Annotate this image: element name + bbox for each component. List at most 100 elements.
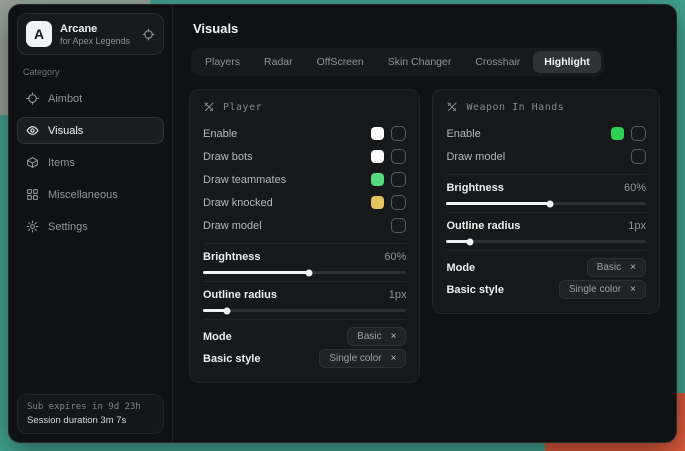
slider-section-brightness: Brightness60% [446,174,646,205]
chip-remove-icon[interactable]: × [630,285,636,295]
panel-weapon-in-hands: Weapon In HandsEnableDraw modelBrightnes… [432,89,660,314]
panel-header: Weapon In Hands [446,101,646,113]
checkbox[interactable] [391,172,406,187]
gear-icon [26,220,39,233]
setting-label: Mode [446,262,475,274]
slider-track[interactable] [446,240,646,243]
panel-title: Player [223,102,262,113]
sidebar-nav: Aimbot Visuals Items Miscellaneous Settings [17,85,164,240]
setting-row-mode: Mode Basic× [203,319,406,346]
sidebar-item-aimbot[interactable]: Aimbot [17,85,164,112]
slider-thumb[interactable] [305,269,312,276]
slider-label: Brightness [446,182,503,194]
setting-row-draw-teammates: Draw teammates [203,169,406,190]
setting-row-enable: Enable [203,123,406,144]
subscription-info-card: Sub expires in 9d 23h Session duration 3… [17,394,164,434]
chip-text: Basic [597,262,621,273]
slider-label: Outline radius [446,220,520,232]
setting-controls [371,126,406,141]
setting-row-basic-style: Basic styleSingle color× [203,348,406,369]
slider-thumb[interactable] [467,238,474,245]
panel-title: Weapon In Hands [466,102,564,113]
setting-row-draw-knocked: Draw knocked [203,192,406,213]
sidebar-item-label: Aimbot [48,93,82,105]
setting-row-draw-model: Draw model [203,215,406,236]
chip-basic[interactable]: Basic × [587,258,646,277]
checkbox[interactable] [391,218,406,233]
sidebar: A Arcane for Apex Legends Category Aimbo… [9,5,173,442]
color-swatch[interactable] [371,173,384,186]
color-swatch[interactable] [371,196,384,209]
tab-highlight[interactable]: Highlight [533,51,601,73]
panel-header: Player [203,101,406,113]
setting-label: Basic style [446,284,503,296]
slider-value: 1px [389,289,407,301]
slider-fill [203,271,309,274]
tab-radar[interactable]: Radar [253,51,304,73]
sidebar-item-settings[interactable]: Settings [17,213,164,240]
checkbox[interactable] [631,149,646,164]
slider-thumb[interactable] [224,307,231,314]
sub-expires-text: Sub expires in 9d 23h [27,402,154,412]
swords-icon [446,101,458,113]
chip-remove-icon[interactable]: × [391,354,397,364]
page-title: Visuals [193,21,660,36]
checkbox[interactable] [391,195,406,210]
setting-controls [371,149,406,164]
checkbox[interactable] [391,149,406,164]
checkbox[interactable] [391,126,406,141]
setting-controls [611,126,646,141]
setting-row-mode: Mode Basic × [446,250,646,277]
setting-label: Draw teammates [203,174,286,186]
box-icon [26,156,39,169]
panels-container: Player EnableDraw bots Draw teammates Draw … [189,89,660,383]
category-label: Category [23,67,164,77]
tab-bar: PlayersRadarOffScreenSkin ChangerCrossha… [191,48,604,76]
slider-label-row: Outline radius1px [203,289,406,301]
app-name: Arcane [60,23,134,35]
color-swatch[interactable] [611,127,624,140]
chip-remove-icon[interactable]: × [630,263,636,273]
chip-remove-icon[interactable]: × [391,332,397,342]
session-duration-text: Session duration 3m 7s [27,415,154,426]
color-swatch[interactable] [371,127,384,140]
slider-value: 60% [384,251,406,263]
tab-skin-changer[interactable]: Skin Changer [377,51,463,73]
target-icon [26,92,39,105]
chip-single-color[interactable]: Single color× [559,280,646,299]
color-swatch[interactable] [371,150,384,163]
crosshair-icon[interactable] [142,28,155,41]
checkbox[interactable] [631,126,646,141]
slider-track[interactable] [203,309,406,312]
tab-crosshair[interactable]: Crosshair [464,51,531,73]
setting-label: Mode [203,331,232,343]
main-content: Visuals PlayersRadarOffScreenSkin Change… [173,5,676,442]
sidebar-item-visuals[interactable]: Visuals [17,117,164,144]
chip-single-color[interactable]: Single color × [319,349,406,368]
sidebar-item-label: Settings [48,221,88,233]
sidebar-item-label: Items [48,157,75,169]
tab-players[interactable]: Players [194,51,251,73]
setting-label: Draw model [203,220,262,232]
slider-thumb[interactable] [547,200,554,207]
chip-text: Single color [329,353,381,364]
setting-controls [391,218,406,233]
slider-value: 1px [628,220,646,232]
app-subtitle: for Apex Legends [60,36,134,46]
swords-icon [203,101,215,113]
sidebar-item-miscellaneous[interactable]: Miscellaneous [17,181,164,208]
tab-offscreen[interactable]: OffScreen [306,51,375,73]
chip-basic[interactable]: Basic× [347,327,406,346]
setting-label: Draw model [446,151,505,163]
slider-label-row: Brightness60% [203,251,406,263]
app-meta: Arcane for Apex Legends [60,23,134,46]
sidebar-item-items[interactable]: Items [17,149,164,176]
panel-player: Player EnableDraw bots Draw teammates Draw … [189,89,420,383]
slider-fill [446,202,550,205]
eye-icon [26,124,39,137]
slider-track[interactable] [203,271,406,274]
slider-track[interactable] [446,202,646,205]
slider-label-row: Outline radius 1px [446,220,646,232]
slider-section-brightness: Brightness60% [203,243,406,274]
setting-row-draw-bots: Draw bots [203,146,406,167]
